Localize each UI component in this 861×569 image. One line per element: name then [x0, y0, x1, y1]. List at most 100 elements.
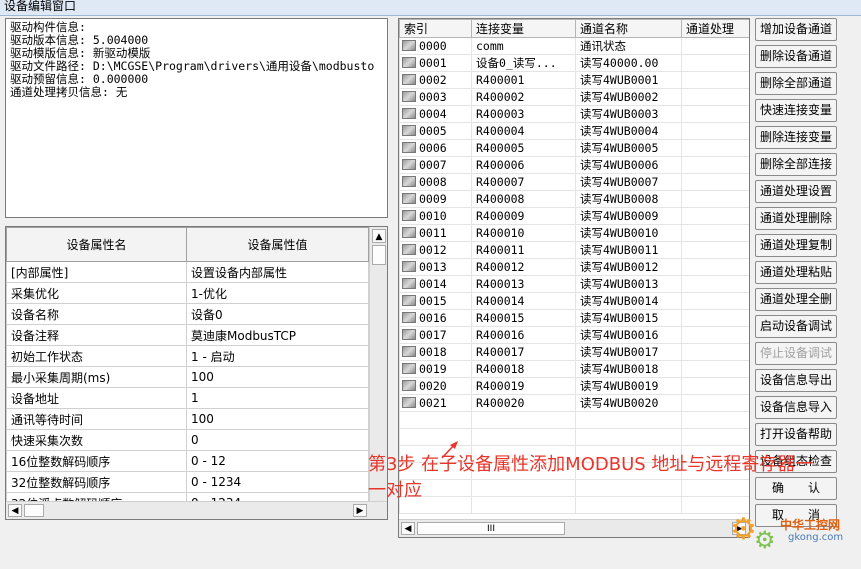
- prop-row[interactable]: 最小采集周期(ms) 100: [6, 366, 369, 388]
- prop-row[interactable]: 32位整数解码顺序 0 - 1234: [6, 471, 369, 493]
- channel-index-cell: 0008: [399, 173, 472, 191]
- table-row[interactable]: 0012 R400011 读写4WUB0011: [399, 241, 749, 259]
- prop-value-cell[interactable]: 0: [186, 429, 369, 451]
- prop-header-value[interactable]: 设备属性值: [186, 227, 369, 262]
- action-button[interactable]: 删除全部通道: [755, 72, 837, 95]
- channel-header-name[interactable]: 通道名称: [575, 19, 682, 38]
- prop-row[interactable]: 通讯等待时间 100: [6, 408, 369, 430]
- table-row[interactable]: 0009 R400008 读写4WUB0008: [399, 190, 749, 208]
- channel-index: 0013: [419, 260, 447, 274]
- action-button[interactable]: 通道处理设置: [755, 180, 837, 203]
- channel-row-icon: [402, 312, 416, 323]
- channel-index: 0021: [419, 396, 447, 410]
- prop-value-cell[interactable]: 1-优化: [186, 282, 369, 304]
- prop-name-cell[interactable]: 16位整数解码顺序: [6, 450, 187, 472]
- action-button[interactable]: 通道处理复制: [755, 234, 837, 257]
- prop-name-cell[interactable]: [内部属性]: [6, 261, 187, 283]
- prop-value-cell[interactable]: 设备0: [186, 303, 369, 325]
- channel-header-index[interactable]: 索引: [399, 19, 472, 38]
- table-row[interactable]: 0000 comm 通讯状态: [399, 37, 749, 55]
- table-row[interactable]: 0017 R400016 读写4WUB0016: [399, 326, 749, 344]
- action-button[interactable]: 停止设备调试: [755, 342, 837, 365]
- table-row[interactable]: 0021 R400020 读写4WUB0020: [399, 394, 749, 412]
- prop-row[interactable]: 16位整数解码顺序 0 - 12: [6, 450, 369, 472]
- action-button[interactable]: 打开设备帮助: [755, 423, 837, 446]
- prop-horizontal-scrollbar[interactable]: ◀ ▶: [6, 501, 387, 519]
- prop-row[interactable]: [内部属性] 设置设备内部属性: [6, 261, 369, 283]
- action-button[interactable]: 通道处理删除: [755, 207, 837, 230]
- prop-name-cell[interactable]: 设备注释: [6, 324, 187, 346]
- table-row[interactable]: 0016 R400015 读写4WUB0015: [399, 309, 749, 327]
- action-button[interactable]: 删除全部连接: [755, 153, 837, 176]
- action-button[interactable]: 快速连接变量: [755, 99, 837, 122]
- prop-name-cell[interactable]: 通讯等待时间: [6, 408, 187, 430]
- prop-row[interactable]: 快速采集次数 0: [6, 429, 369, 451]
- action-button[interactable]: 删除设备通道: [755, 45, 837, 68]
- action-button[interactable]: 设备信息导出: [755, 369, 837, 392]
- channel-name-cell: 读写4WUB0010: [575, 224, 682, 242]
- table-row[interactable]: 0001 设备0_读写... 读写40000.00: [399, 54, 749, 72]
- table-row[interactable]: 0003 R400002 读写4WUB0002: [399, 88, 749, 106]
- action-button[interactable]: 通道处理粘贴: [755, 261, 837, 284]
- table-row[interactable]: 0013 R400012 读写4WUB0012: [399, 258, 749, 276]
- channel-horizontal-scrollbar[interactable]: ◀ III ▶: [399, 519, 749, 537]
- channel-header-variable[interactable]: 连接变量: [471, 19, 576, 38]
- prop-value-cell[interactable]: 设置设备内部属性: [186, 261, 369, 283]
- channel-index: 0018: [419, 345, 447, 359]
- prop-value-cell[interactable]: 100: [186, 408, 369, 430]
- table-row[interactable]: 0004 R400003 读写4WUB0003: [399, 105, 749, 123]
- watermark-url: gkong.com: [788, 532, 844, 543]
- prop-value-cell[interactable]: 100: [186, 366, 369, 388]
- prop-name-cell[interactable]: 设备地址: [6, 387, 187, 409]
- empty-cell: [471, 411, 576, 429]
- prop-vscroll-thumb[interactable]: [372, 245, 386, 265]
- scroll-right-icon[interactable]: ▶: [353, 504, 367, 517]
- prop-header-name[interactable]: 设备属性名: [6, 227, 187, 262]
- scroll-left-icon[interactable]: ◀: [401, 522, 415, 535]
- prop-row[interactable]: 设备地址 1: [6, 387, 369, 409]
- prop-name-cell[interactable]: 32位整数解码顺序: [6, 471, 187, 493]
- prop-value-cell[interactable]: 莫迪康ModbusTCP: [186, 324, 369, 346]
- table-row[interactable]: 0018 R400017 读写4WUB0017: [399, 343, 749, 361]
- channel-processing-cell: [681, 292, 749, 310]
- channel-processing-cell: [681, 360, 749, 378]
- prop-name-cell[interactable]: 快速采集次数: [6, 429, 187, 451]
- table-row[interactable]: 0019 R400018 读写4WUB0018: [399, 360, 749, 378]
- table-row[interactable]: 0005 R400004 读写4WUB0004: [399, 122, 749, 140]
- prop-name-cell[interactable]: 采集优化: [6, 282, 187, 304]
- prop-row[interactable]: 初始工作状态 1 - 启动: [6, 345, 369, 367]
- table-row[interactable]: 0008 R400007 读写4WUB0007: [399, 173, 749, 191]
- prop-row[interactable]: 设备名称 设备0: [6, 303, 369, 325]
- table-row[interactable]: 0010 R400009 读写4WUB0009: [399, 207, 749, 225]
- action-button[interactable]: 删除连接变量: [755, 126, 837, 149]
- action-button[interactable]: 通道处理全删: [755, 288, 837, 311]
- table-row[interactable]: 0006 R400005 读写4WUB0005: [399, 139, 749, 157]
- channel-processing-cell: [681, 377, 749, 395]
- action-button[interactable]: 增加设备通道: [755, 18, 837, 41]
- scroll-left-icon[interactable]: ◀: [8, 504, 22, 517]
- channel-hscroll-thumb[interactable]: III: [417, 522, 565, 535]
- prop-name-cell[interactable]: 初始工作状态: [6, 345, 187, 367]
- prop-name-cell[interactable]: 设备名称: [6, 303, 187, 325]
- prop-row[interactable]: 采集优化 1-优化: [6, 282, 369, 304]
- table-row[interactable]: 0020 R400019 读写4WUB0019: [399, 377, 749, 395]
- scroll-up-icon[interactable]: ▲: [372, 229, 386, 243]
- prop-value-cell[interactable]: 1: [186, 387, 369, 409]
- channel-index-cell: 0001: [399, 54, 472, 72]
- table-row[interactable]: 0015 R400014 读写4WUB0014: [399, 292, 749, 310]
- prop-name-cell[interactable]: 最小采集周期(ms): [6, 366, 187, 388]
- action-button[interactable]: 设备信息导入: [755, 396, 837, 419]
- table-row[interactable]: 0011 R400010 读写4WUB0010: [399, 224, 749, 242]
- action-button[interactable]: 启动设备调试: [755, 315, 837, 338]
- table-row[interactable]: 0014 R400013 读写4WUB0013: [399, 275, 749, 293]
- channel-header-processing[interactable]: 通道处理: [681, 19, 749, 38]
- prop-hscroll-thumb[interactable]: [24, 504, 44, 517]
- table-row[interactable]: 0002 R400001 读写4WUB0001: [399, 71, 749, 89]
- channel-index: 0000: [419, 39, 447, 53]
- prop-value-cell[interactable]: 0 - 12: [186, 450, 369, 472]
- prop-row[interactable]: 设备注释 莫迪康ModbusTCP: [6, 324, 369, 346]
- prop-value-cell[interactable]: 1 - 启动: [186, 345, 369, 367]
- prop-value-cell[interactable]: 0 - 1234: [186, 471, 369, 493]
- channel-index-cell: 0021: [399, 394, 472, 412]
- table-row[interactable]: 0007 R400006 读写4WUB0006: [399, 156, 749, 174]
